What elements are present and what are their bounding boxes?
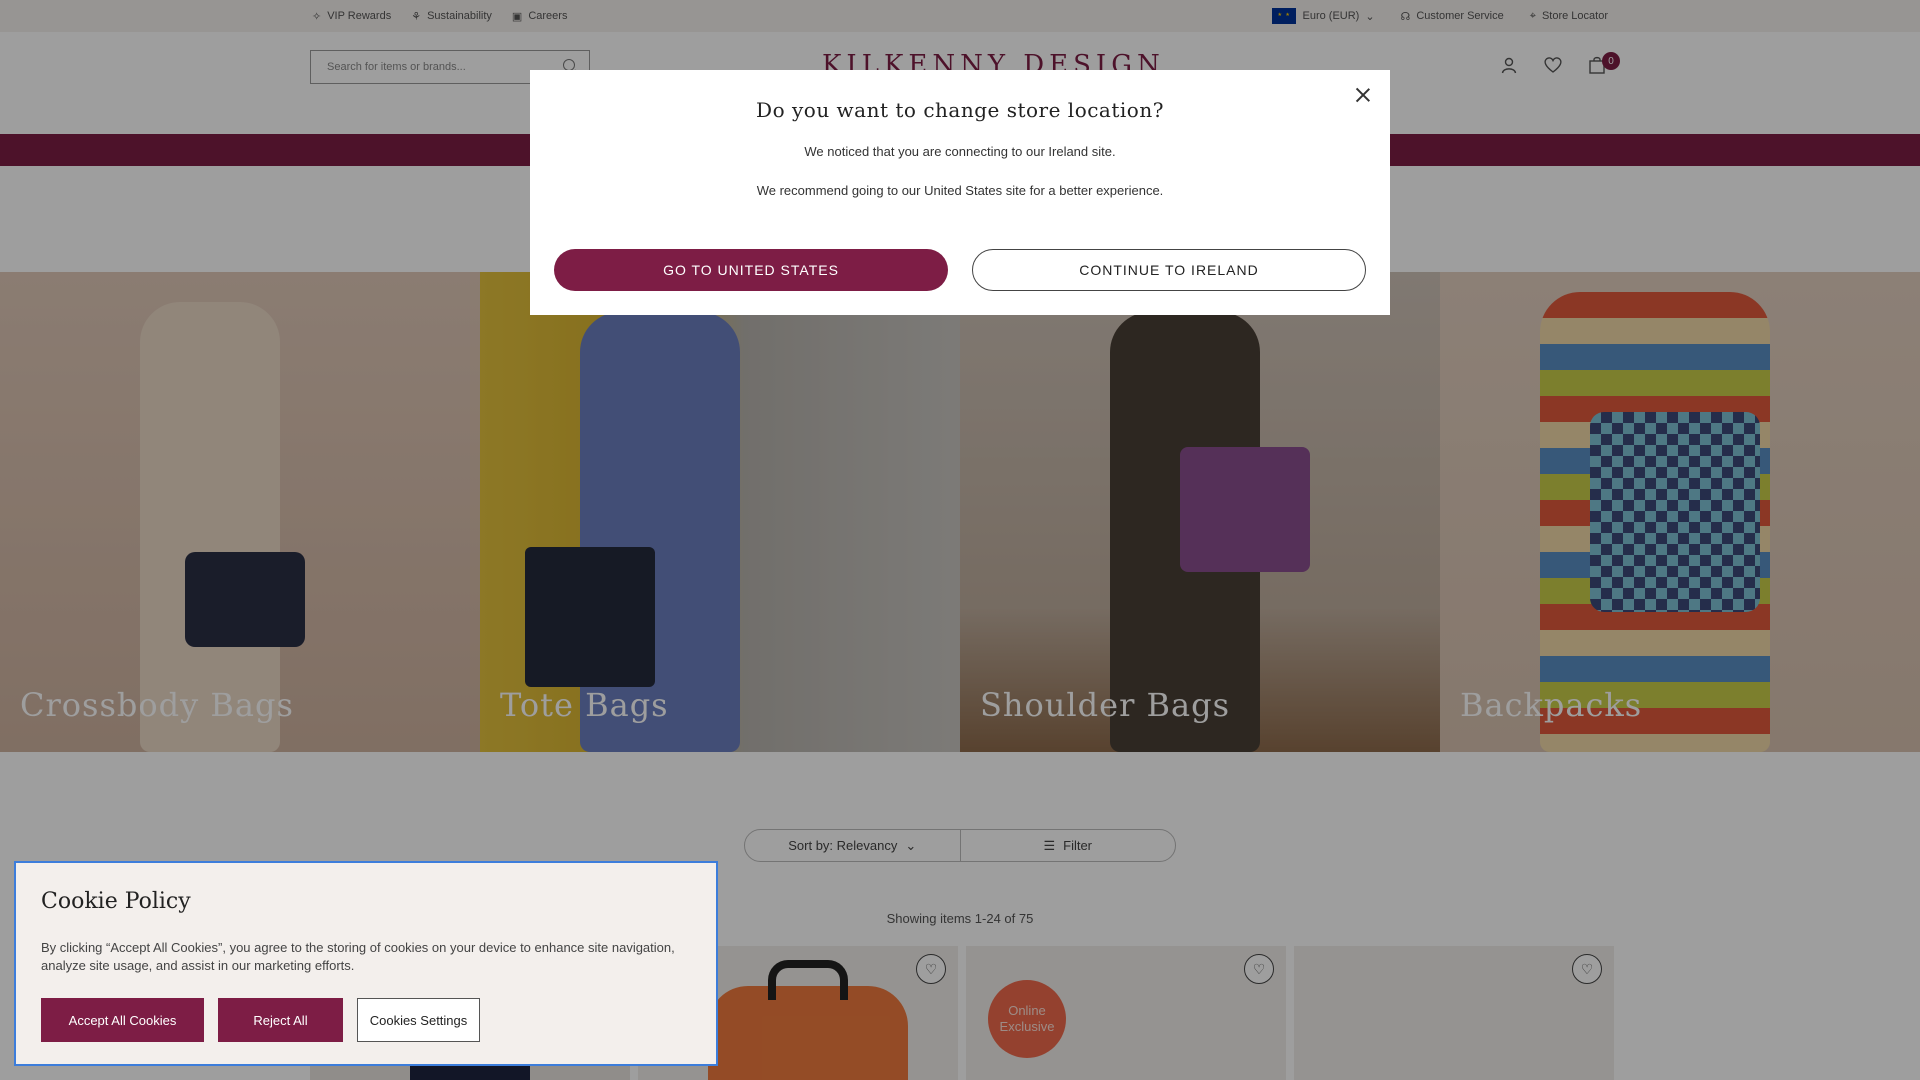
continue-to-ireland-button[interactable]: CONTINUE TO IRELAND xyxy=(972,249,1366,291)
store-location-modal: Do you want to change store location? We… xyxy=(530,70,1390,315)
cookie-text: By clicking “Accept All Cookies”, you ag… xyxy=(41,940,675,973)
cookie-title: Cookie Policy xyxy=(41,889,191,914)
close-icon[interactable] xyxy=(1354,86,1372,104)
accept-all-cookies-button[interactable]: Accept All Cookies xyxy=(41,998,204,1042)
go-to-united-states-button[interactable]: GO TO UNITED STATES xyxy=(554,249,948,291)
cookies-settings-button[interactable]: Cookies Settings xyxy=(357,998,480,1042)
cookie-banner: Cookie Policy By clicking “Accept All Co… xyxy=(14,861,718,1066)
modal-message-recommend: We recommend going to our United States … xyxy=(756,183,1164,198)
modal-message-ireland: We noticed that you are connecting to ou… xyxy=(804,144,1116,159)
modal-title: Do you want to change store location? xyxy=(756,98,1164,122)
reject-all-cookies-button[interactable]: Reject All xyxy=(218,998,343,1042)
